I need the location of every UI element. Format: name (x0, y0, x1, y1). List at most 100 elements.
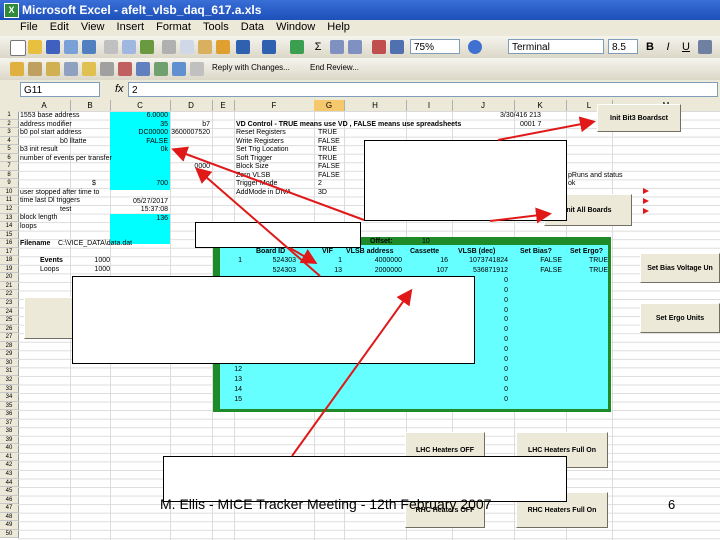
permission-icon[interactable] (64, 40, 78, 54)
vd-control-value[interactable]: FALSE (318, 163, 340, 171)
formula-input[interactable]: 2 (128, 82, 718, 97)
board-table-cell[interactable]: 14 (222, 386, 242, 394)
col-header-i[interactable]: I (406, 100, 453, 111)
review-delete-icon[interactable] (118, 62, 132, 76)
chart-wizard-icon[interactable] (372, 40, 386, 54)
review-folder-icon[interactable] (28, 62, 42, 76)
row-header-cell[interactable]: 10 (0, 188, 18, 197)
row-header-cell[interactable]: 34 (0, 393, 18, 402)
row-header-cell[interactable]: 17 (0, 248, 18, 257)
menu-data[interactable]: Data (241, 20, 273, 33)
col-header-d[interactable]: D (170, 100, 213, 111)
vd-control-value[interactable]: TRUE (318, 146, 337, 154)
row-header-cell[interactable]: 42 (0, 461, 18, 470)
font-size-select[interactable]: 8.5 (608, 39, 638, 54)
menu-tools[interactable]: Tools (203, 20, 238, 33)
review-mail-icon[interactable] (172, 62, 186, 76)
row-header-cell[interactable]: 8 (0, 171, 18, 180)
vd-control-value[interactable]: TRUE (318, 129, 337, 137)
row-header-cell[interactable]: 12 (0, 205, 18, 214)
vd-control-value[interactable]: 3D (318, 189, 327, 197)
menu-help[interactable]: Help (327, 20, 359, 33)
board-table-cell[interactable]: 13 (322, 267, 342, 275)
fx-icon[interactable]: fx (115, 83, 124, 95)
menu-window[interactable]: Window (276, 20, 324, 33)
board-table-cell[interactable]: 0 (456, 366, 508, 374)
review-note-icon[interactable] (46, 62, 60, 76)
reply-with-changes-button[interactable]: Reply with Changes... (212, 64, 290, 72)
row-header-cell[interactable]: 39 (0, 436, 18, 445)
col-d-cell[interactable]: 0000 (170, 163, 210, 171)
review-track-icon[interactable] (64, 62, 78, 76)
board-table-cell[interactable]: 107 (410, 267, 448, 275)
col-c-cell[interactable]: FALSE (110, 138, 168, 146)
left-macro-button[interactable] (24, 297, 74, 339)
zoom-select[interactable]: 75% (410, 39, 460, 54)
board-table-cell[interactable]: 0 (456, 396, 508, 404)
col-header-e[interactable]: E (212, 100, 235, 111)
row-header-cell[interactable]: 15 (0, 231, 18, 240)
save-icon[interactable] (46, 40, 60, 54)
row-header-cell[interactable]: 9 (0, 179, 18, 188)
menu-edit[interactable]: Edit (50, 20, 78, 33)
row-header-cell[interactable]: 30 (0, 359, 18, 368)
row-header-cell[interactable]: 47 (0, 504, 18, 513)
name-box[interactable]: G11 (20, 82, 100, 97)
copy-icon[interactable] (180, 40, 194, 54)
row-header-cell[interactable]: 26 (0, 325, 18, 334)
board-table-cell[interactable]: TRUE (576, 257, 608, 265)
col-header-a[interactable]: A (18, 100, 71, 111)
col-header-c[interactable]: C (110, 100, 171, 111)
vd-control-value[interactable]: TRUE (318, 155, 337, 163)
align-left-icon[interactable] (698, 40, 712, 54)
board-table-cell[interactable]: 2000000 (346, 267, 402, 275)
print-icon[interactable] (104, 40, 118, 54)
value-filename[interactable]: C:\VICE_DATA\data.dat (58, 240, 132, 248)
row-header-cell[interactable]: 18 (0, 256, 18, 265)
sort-ascending-icon[interactable] (330, 40, 344, 54)
col-c-cell[interactable]: DC00000 (110, 129, 168, 137)
format-painter-icon[interactable] (216, 40, 230, 54)
row-header-cell[interactable]: 29 (0, 350, 18, 359)
cut-icon[interactable] (162, 40, 176, 54)
row-header-cell[interactable]: 11 (0, 196, 18, 206)
drawing-icon[interactable] (390, 40, 404, 54)
email-icon[interactable] (82, 40, 96, 54)
print-preview-icon[interactable] (122, 40, 136, 54)
row-header-cell[interactable]: 5 (0, 145, 18, 154)
row-header-cell[interactable]: 36 (0, 410, 18, 419)
review-edit-icon[interactable] (100, 62, 114, 76)
excel-app-icon[interactable]: X (4, 3, 19, 18)
row-header-cell[interactable]: 31 (0, 367, 18, 376)
board-table-cell[interactable]: FALSE (522, 267, 562, 275)
row-header-cell[interactable]: 38 (0, 427, 18, 436)
paste-icon[interactable] (198, 40, 212, 54)
underline-button[interactable]: U (678, 39, 694, 55)
font-select[interactable]: Terminal (508, 39, 604, 54)
bold-button[interactable]: B (642, 39, 658, 55)
hyperlink-icon[interactable] (290, 40, 304, 54)
end-review-button[interactable]: End Review... (310, 64, 359, 72)
row-header-cell[interactable]: 33 (0, 385, 18, 394)
row-header-cell[interactable]: 19 (0, 265, 18, 274)
sort-descending-icon[interactable] (348, 40, 362, 54)
row-header-cell[interactable]: 40 (0, 444, 18, 453)
row-header-cell[interactable]: 45 (0, 487, 18, 496)
col-c-cell[interactable]: 15:37:08 (110, 206, 168, 214)
board-table-cell[interactable]: 0 (456, 376, 508, 384)
vd-control-value[interactable]: FALSE (318, 172, 340, 180)
col-header-h[interactable]: H (344, 100, 407, 111)
board-table-cell[interactable]: 1 (322, 257, 342, 265)
row-header-cell[interactable]: 35 (0, 402, 18, 411)
row-header-cell[interactable]: 13 (0, 214, 18, 223)
value-events[interactable]: 1000 (80, 257, 110, 265)
board-table-cell[interactable]: TRUE (576, 267, 608, 275)
row-header-cell[interactable]: 44 (0, 479, 18, 488)
row-header-cell[interactable]: 43 (0, 470, 18, 479)
board-table-cell[interactable]: 524303 (256, 267, 296, 275)
col-d-cell[interactable]: b7 (170, 121, 210, 129)
review-print-icon[interactable] (190, 62, 204, 76)
row-header-cell[interactable]: 3 (0, 128, 18, 137)
spelling-icon[interactable] (140, 40, 154, 54)
row-header-cell[interactable]: 50 (0, 530, 18, 539)
